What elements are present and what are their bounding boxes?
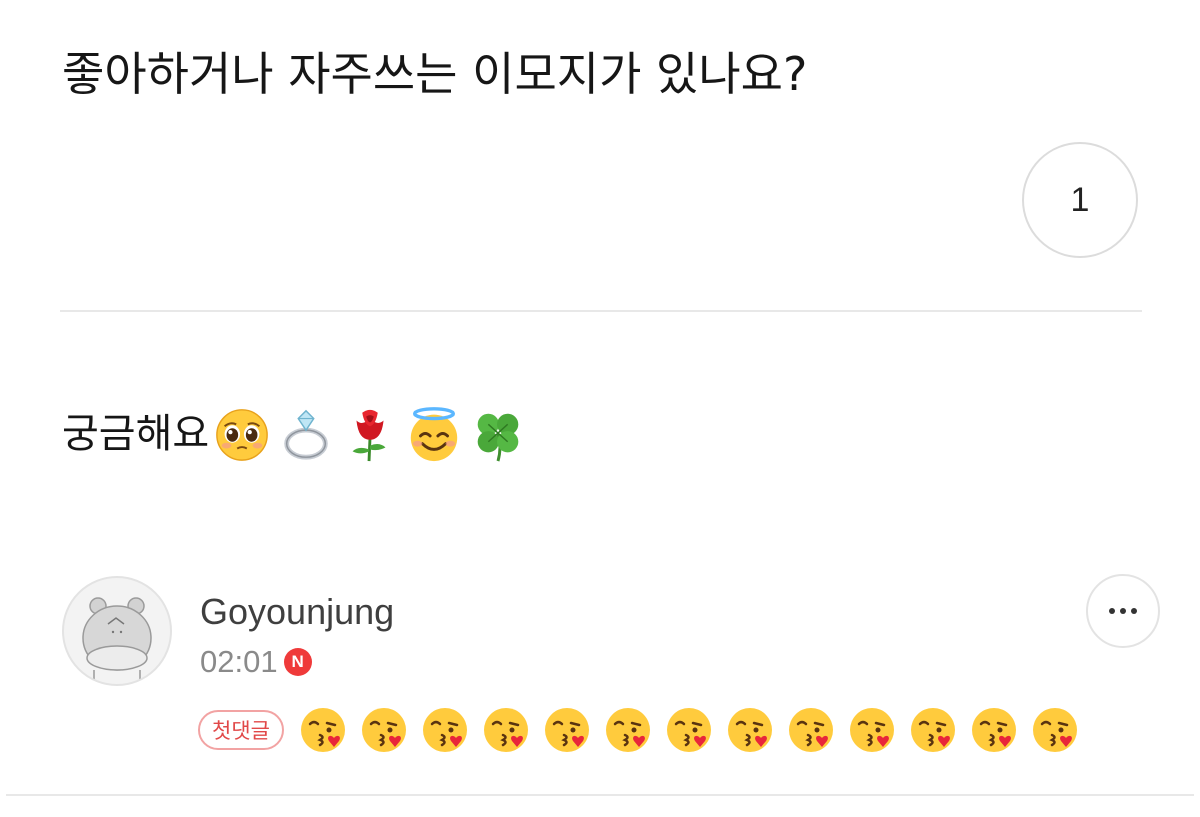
rose-icon <box>352 409 386 462</box>
comment-meta: 02:01 N <box>200 640 312 684</box>
post-title: 좋아하거나 자주쓰는 이모지가 있나요? <box>62 47 808 101</box>
ring-icon <box>284 409 328 460</box>
reaction-count-button[interactable]: 1 <box>1022 142 1138 258</box>
pleading-face-icon <box>216 409 269 461</box>
post-body: 궁금해요 <box>62 402 527 466</box>
face-blowing-a-kiss-icon <box>422 708 467 752</box>
face-blowing-a-kiss-icon <box>361 708 406 752</box>
divider <box>60 310 1142 312</box>
comment-content: 첫댓글 <box>198 705 1091 755</box>
more-dots-icon <box>1109 608 1115 614</box>
post-body-text: 궁금해요 <box>62 411 210 457</box>
smiling-face-with-halo-icon <box>411 407 458 462</box>
face-blowing-a-kiss-icon <box>1032 708 1077 752</box>
more-options-button[interactable] <box>1086 574 1160 648</box>
comment-time: 02:01 <box>200 644 278 679</box>
comment-emoji-list <box>298 705 1091 755</box>
face-blowing-a-kiss-icon <box>971 708 1016 752</box>
first-comment-badge: 첫댓글 <box>198 710 284 750</box>
face-blowing-a-kiss-icon <box>300 708 345 752</box>
face-blowing-a-kiss-icon <box>605 708 650 752</box>
face-blowing-a-kiss-icon <box>666 708 711 752</box>
four-leaf-clover-icon <box>477 413 519 462</box>
avatar[interactable] <box>62 576 172 686</box>
comment-author[interactable]: Goyounjung <box>200 590 394 634</box>
face-blowing-a-kiss-icon <box>727 708 772 752</box>
hippo-avatar-icon <box>82 597 152 684</box>
face-blowing-a-kiss-icon <box>788 708 833 752</box>
divider <box>6 794 1194 796</box>
face-blowing-a-kiss-icon <box>849 708 894 752</box>
new-badge: N <box>283 648 312 676</box>
face-blowing-a-kiss-icon <box>910 708 955 752</box>
face-blowing-a-kiss-icon <box>483 708 528 752</box>
reaction-count: 1 <box>1070 180 1090 219</box>
face-blowing-a-kiss-icon <box>544 708 589 752</box>
